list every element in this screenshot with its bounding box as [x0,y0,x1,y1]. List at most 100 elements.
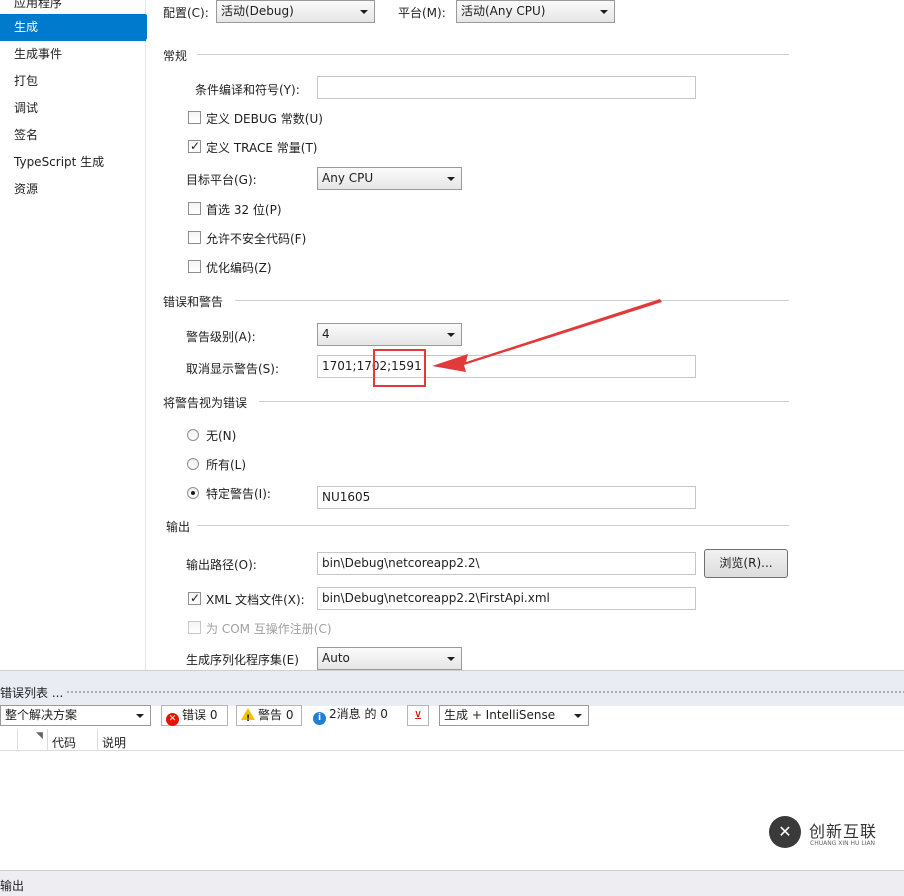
define-debug-checkbox[interactable] [188,111,201,124]
radio-specific-label[interactable]: 特定警告(I): [206,485,271,502]
sidebar-item-signing[interactable]: 签名 [0,122,146,149]
column-divider[interactable] [47,729,48,751]
info-icon: i [313,712,326,725]
error-list-header [0,671,904,706]
error-list-title: 错误列表 ... [0,686,64,700]
define-trace-label[interactable]: 定义 TRACE 常量(T) [206,139,317,156]
sidebar-item-build[interactable]: 生成 [0,14,154,41]
column-divider[interactable] [97,729,98,751]
section-title-warnings: 错误和警告 [163,295,224,309]
chevron-down-icon [360,10,368,14]
symbols-label: 条件编译和符号(Y): [195,83,300,97]
divider [235,300,789,301]
radio-specific[interactable] [187,487,199,499]
define-debug-label[interactable]: 定义 DEBUG 常数(U) [206,110,323,127]
serialization-value: Auto [322,651,350,665]
chevron-down-icon [447,177,455,181]
platform-value: 活动(Any CPU) [461,4,546,18]
xml-doc-checkbox[interactable]: ✓ [188,591,201,605]
filter-button[interactable]: ⊻ [407,705,429,726]
status-bar: 输出 [0,870,904,896]
sidebar-item-package[interactable]: 打包 [0,68,146,95]
prefer32-checkbox[interactable] [188,202,201,215]
messages-filter-button[interactable]: i 2消息 的 0 [313,705,401,726]
warning-level-combo[interactable]: 4 [317,323,462,346]
divider [197,54,789,55]
unsafe-checkbox[interactable] [188,231,201,244]
messages-filter-label: 2消息 的 0 [329,707,388,721]
output-path-input[interactable]: bin\Debug\netcoreapp2.2\ [317,552,696,575]
watermark-text: 创新互联 [809,822,878,841]
symbols-input[interactable] [317,76,696,99]
warnings-filter-label: 警告 0 [258,708,294,722]
sort-indicator-icon: ◥ [36,731,43,741]
watermark-logo: ✕ 创新互联 CHUANG XIN HU LIAN [753,806,904,871]
radio-selected-dot [191,491,195,495]
source-combo[interactable]: 生成 + IntelliSense [439,705,589,726]
sidebar-item-typescript[interactable]: TypeScript 生成 [0,149,146,176]
annotation-highlight-box [373,349,426,387]
warnings-filter-button[interactable]: ! 警告 0 [236,705,302,726]
config-value: 活动(Debug) [221,4,294,18]
scope-combo[interactable]: 整个解决方案 [0,705,151,726]
error-icon: ✕ [166,713,179,726]
build-settings-panel: 配置(C): 活动(Debug) 平台(M): 活动(Any CPU) 常规 条… [147,0,904,670]
chevron-down-icon [574,714,582,718]
sidebar-item-debug[interactable]: 调试 [0,95,146,122]
divider [197,525,789,526]
errors-filter-button[interactable]: ✕ 错误 0 [161,705,228,726]
radio-all-label[interactable]: 所有(L) [206,456,246,473]
config-combo[interactable]: 活动(Debug) [216,0,375,23]
sidebar-item-build-events[interactable]: 生成事件 [0,41,146,68]
column-header-code[interactable]: 代码 [52,734,76,751]
checkmark-icon: ✓ [189,139,201,153]
warning-icon: ! [241,708,255,724]
sidebar: 应用程序 生成 生成事件 打包 调试 签名 TypeScript 生成 资源 [0,0,154,670]
target-platform-value: Any CPU [322,171,374,185]
column-header-row [0,729,904,751]
com-interop-label[interactable]: 为 COM 互操作注册(C) [206,620,332,637]
warning-level-value: 4 [322,327,330,341]
xml-doc-label[interactable]: XML 文档文件(X): [206,591,305,608]
panel-grip[interactable] [66,690,904,695]
section-title-output: 输出 [166,520,191,534]
config-label: 配置(C): [163,6,209,20]
warning-level-label: 警告级别(A): [186,330,256,344]
radio-none[interactable] [187,429,199,441]
watermark-logo-icon: ✕ [769,816,801,848]
error-list-panel: 错误列表 ... 整个解决方案 ✕ 错误 0 ! 警告 0 i 2消息 的 0 ⊻ 生… [0,670,904,871]
target-platform-combo[interactable]: Any CPU [317,167,462,190]
suppress-warnings-label: 取消显示警告(S): [186,362,280,376]
chevron-down-icon [447,333,455,337]
chevron-down-icon [600,10,608,14]
platform-combo[interactable]: 活动(Any CPU) [456,0,615,23]
unsafe-label[interactable]: 允许不安全代码(F) [206,230,306,247]
output-path-label: 输出路径(O): [186,558,257,572]
scope-value: 整个解决方案 [5,708,78,722]
serialization-combo[interactable]: Auto [317,647,462,670]
platform-label: 平台(M): [398,6,446,20]
errors-filter-label: 错误 0 [182,708,218,722]
radio-all[interactable] [187,458,199,470]
target-platform-label: 目标平台(G): [186,173,257,187]
define-trace-checkbox[interactable]: ✓ [188,139,201,153]
serialization-label: 生成序列化程序集(E) [186,653,299,667]
com-interop-checkbox[interactable] [188,621,201,634]
output-tab[interactable]: 输出 [0,877,24,894]
column-divider[interactable] [17,729,18,751]
xml-doc-input[interactable]: bin\Debug\netcoreapp2.2\FirstApi.xml [317,587,696,610]
radio-none-label[interactable]: 无(N) [206,427,236,444]
chevron-down-icon [136,714,144,718]
prefer32-label[interactable]: 首选 32 位(P) [206,201,282,218]
optimize-label[interactable]: 优化编码(Z) [206,259,272,276]
checkmark-icon: ✓ [189,591,201,605]
column-header-description[interactable]: 说明 [102,734,126,751]
section-title-general: 常规 [163,49,188,63]
source-value: 生成 + IntelliSense [444,708,556,722]
section-title-treat-as-errors: 将警告视为错误 [163,396,248,410]
sidebar-item-resources[interactable]: 资源 [0,176,146,203]
optimize-checkbox[interactable] [188,260,201,273]
specific-warnings-input[interactable]: NU1605 [317,486,696,509]
browse-button[interactable]: 浏览(R)... [704,549,788,578]
filter-icon: ⊻ [413,709,423,722]
